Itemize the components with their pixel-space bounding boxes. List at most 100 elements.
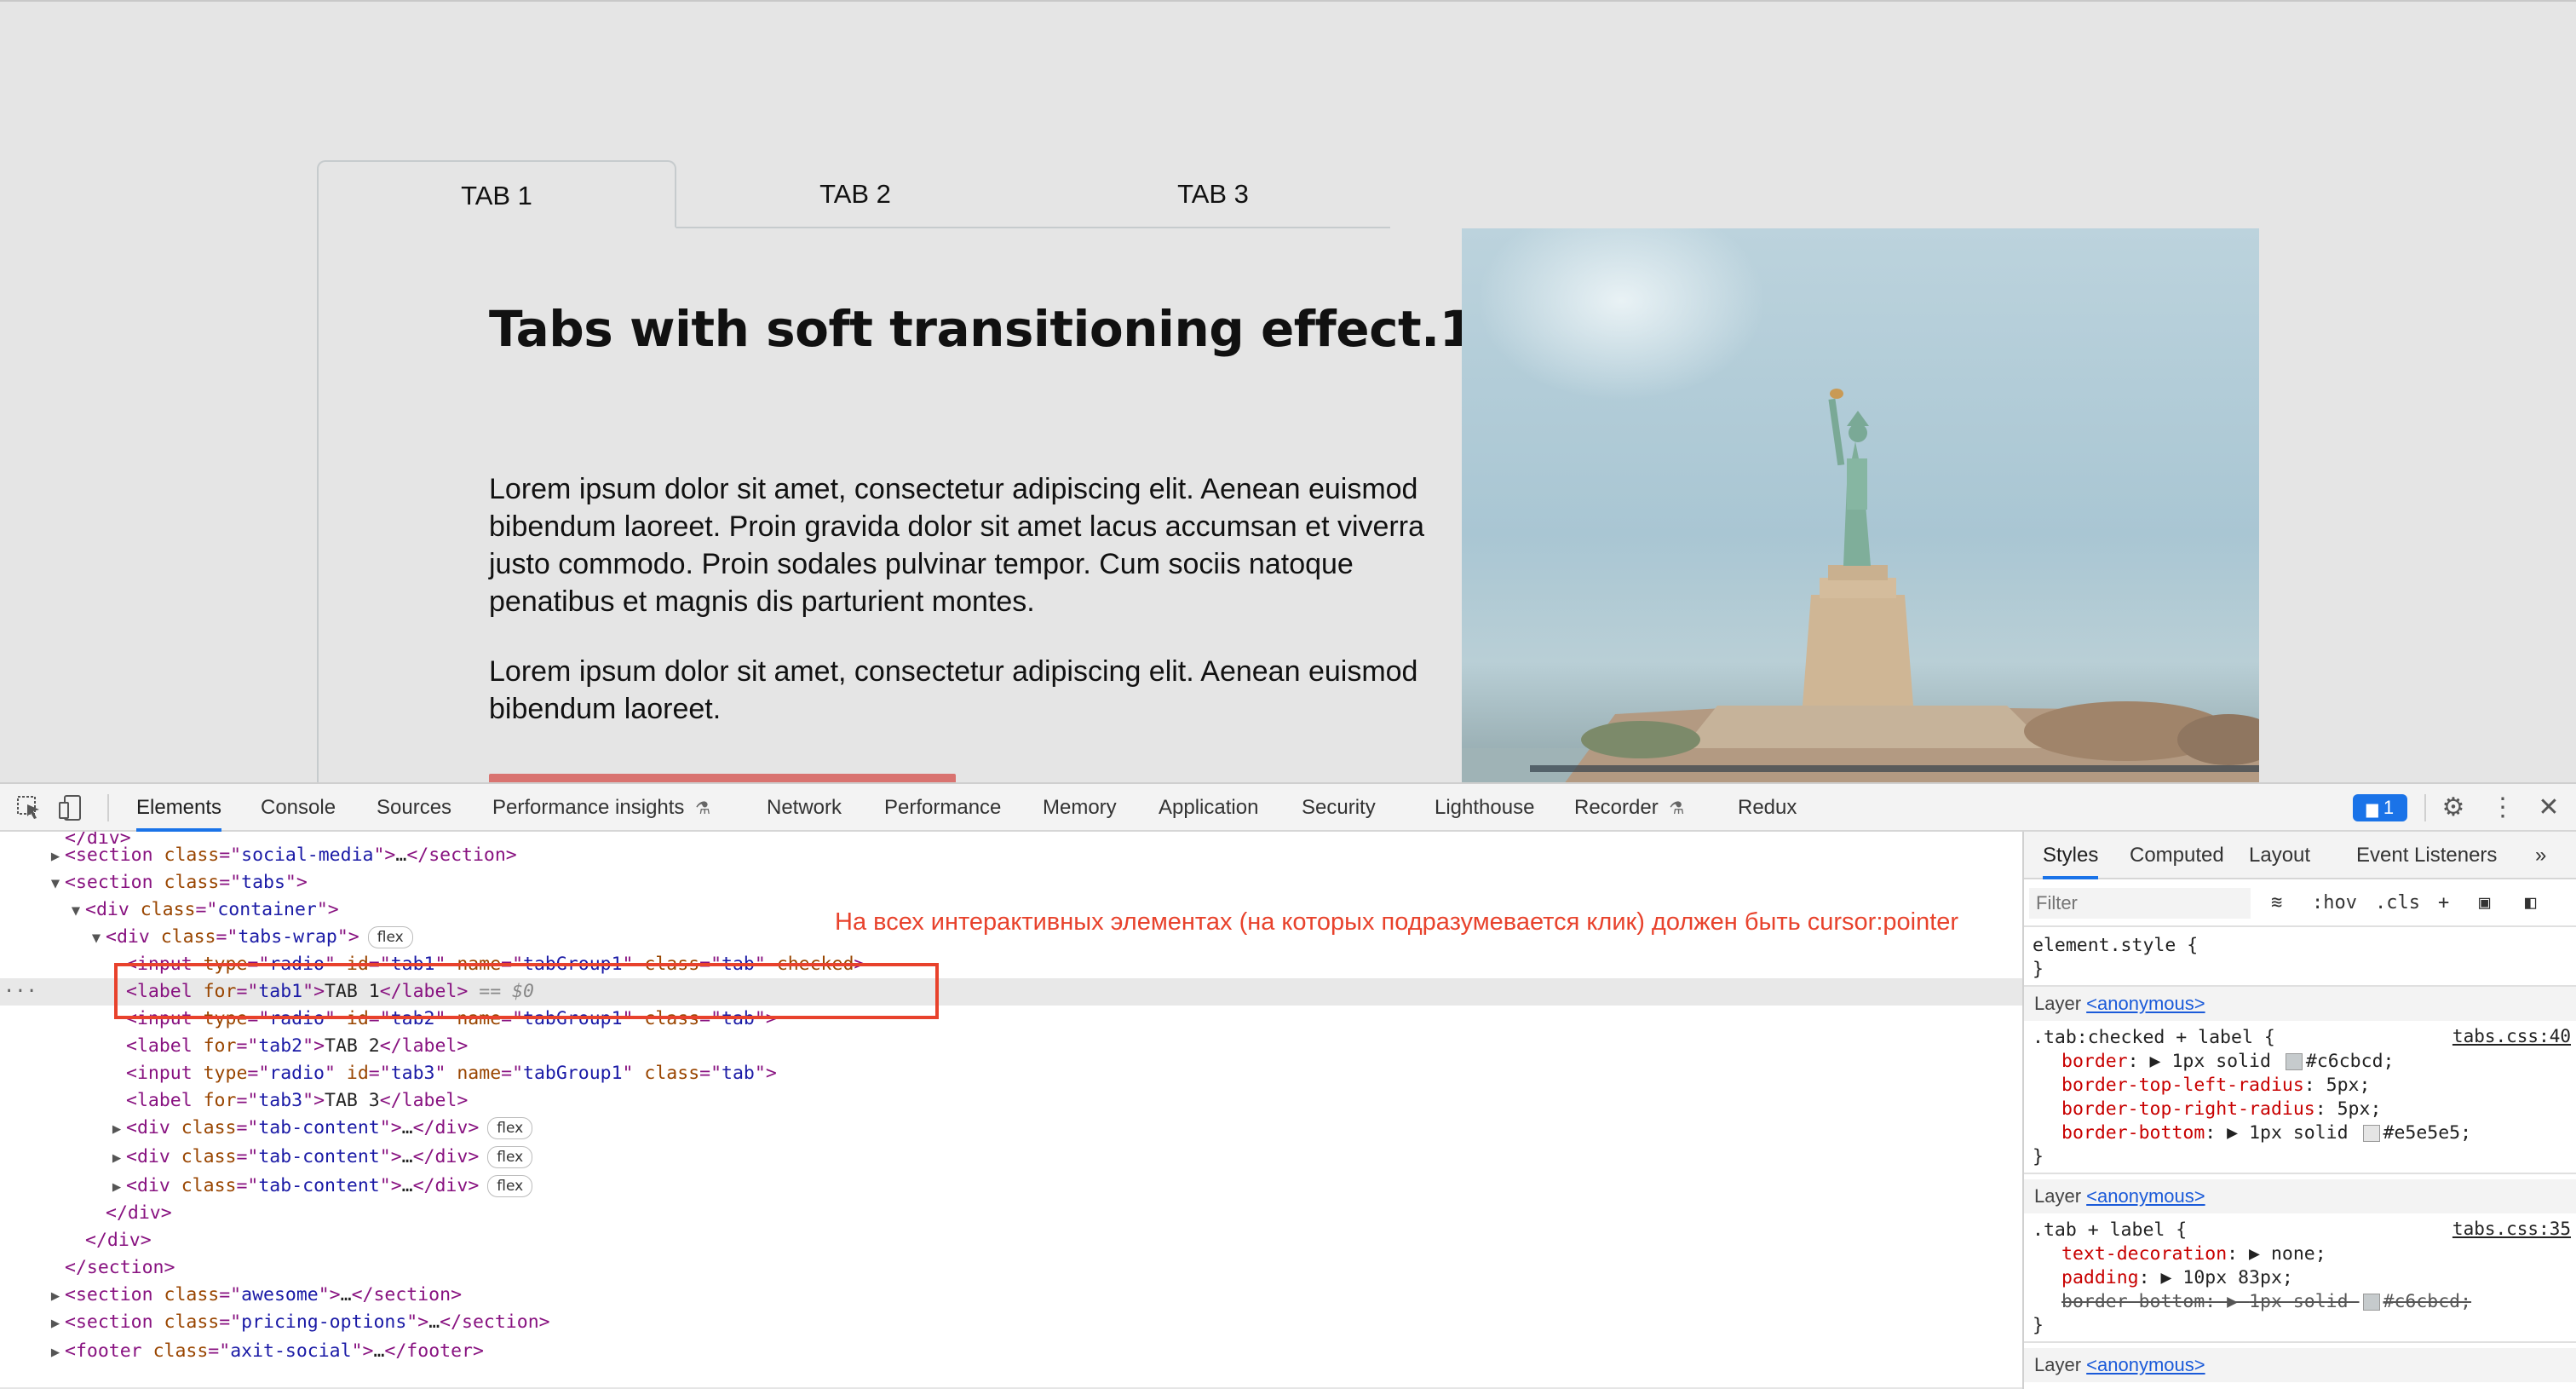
content-paragraph-2: Lorem ipsum dolor sit amet, consectetur … <box>489 655 1418 725</box>
dom-line-tab-content[interactable]: ▶ <div class="tab-content">…</div> flex <box>0 1144 2022 1171</box>
dom-line-input-tab3[interactable]: <input type="radio" id="tab3" name="tabG… <box>0 1060 2022 1087</box>
devtools-tab-security[interactable]: Security <box>1302 784 1376 830</box>
styles-filter-input[interactable] <box>2029 888 2251 919</box>
color-swatch[interactable] <box>2285 1053 2303 1070</box>
styles-filter-row: ≋ :hov .cls + ▣ ◧ <box>2024 879 2576 927</box>
cta-button-partial[interactable] <box>489 774 956 782</box>
devtools-toolbar: Elements Console Sources Performance ins… <box>0 784 2576 832</box>
flex-badge[interactable]: flex <box>487 1117 533 1139</box>
element-style-rule[interactable]: element.style { <box>2033 934 2198 958</box>
new-rule-plus-icon[interactable]: + <box>2438 888 2449 919</box>
dom-line-social-media[interactable]: ▶ <section class="social-media">…</sectio… <box>0 842 2022 869</box>
layer-row: Layer <anonymous> <box>2024 1348 2576 1382</box>
rule1-selector[interactable]: .tab:checked + label { <box>2033 1026 2275 1050</box>
dom-line-close-div[interactable]: </div> <box>0 1227 2022 1254</box>
layer-link[interactable]: <anonymous> <box>2086 1185 2205 1207</box>
devtools-tab-performance[interactable]: Performance <box>884 784 1001 830</box>
cls-toggle[interactable]: .cls <box>2375 888 2420 919</box>
devtools-tab-performance-insights[interactable]: Performance insights ⚗ <box>492 784 710 830</box>
devtools-tab-memory[interactable]: Memory <box>1043 784 1117 830</box>
message-icon: ▆ <box>2366 800 2378 817</box>
decl-border-top-left-radius[interactable]: border-top-left-radius: 5px; <box>2033 1074 2370 1098</box>
subtab-computed[interactable]: Computed <box>2130 832 2224 878</box>
flask-icon: ⚗ <box>1669 799 1685 818</box>
content-paragraph-1: Lorem ipsum dolor sit amet, consectetur … <box>489 473 1424 618</box>
layer-row: Layer <anonymous> <box>2024 1179 2576 1213</box>
toolbar-separator <box>2424 794 2426 821</box>
decl-border-top-right-radius[interactable]: border-top-right-radius: 5px; <box>2033 1098 2381 1121</box>
decl-text-decoration[interactable]: text-decoration: ▶ none; <box>2033 1242 2326 1266</box>
collapse-arrow-icon[interactable]: ▼ <box>87 925 106 952</box>
dom-line-footer[interactable]: ▶ <footer class="axit-social">…</footer> <box>0 1338 2022 1365</box>
inspect-element-icon[interactable] <box>14 792 44 823</box>
layer-link[interactable]: <anonymous> <box>2086 993 2205 1014</box>
toggle-sidebar-icon[interactable]: ◧ <box>2525 888 2536 919</box>
devtools-tab-sources[interactable]: Sources <box>377 784 451 830</box>
subtab-styles[interactable]: Styles <box>2043 832 2099 879</box>
expand-arrow-icon[interactable]: ▶ <box>46 1282 65 1310</box>
devtools-tab-redux[interactable]: Redux <box>1738 784 1797 830</box>
tab-2[interactable]: TAB 2 <box>676 160 1034 228</box>
expand-arrow-icon[interactable]: ▶ <box>46 843 65 870</box>
rule2-source-link[interactable]: tabs.css:35 <box>2452 1219 2571 1239</box>
color-swatch[interactable] <box>2362 1125 2380 1142</box>
more-options-icon[interactable]: ⋮ <box>2487 792 2518 823</box>
devtools-tab-elements[interactable]: Elements <box>136 784 222 832</box>
dom-line-label-tab2[interactable]: <label for="tab2">TAB 2</label> <box>0 1033 2022 1060</box>
statue-of-liberty-illustration <box>1462 228 2259 782</box>
issues-badge[interactable]: ▆ 1 <box>2353 794 2407 821</box>
devtools-tab-recorder[interactable]: Recorder ⚗ <box>1574 784 1684 830</box>
decl-border[interactable]: border: ▶ 1px solid #c6cbcd; <box>2033 1050 2394 1074</box>
flex-badge[interactable]: flex <box>487 1146 533 1168</box>
collapse-arrow-icon[interactable]: ▼ <box>46 870 65 897</box>
dom-line-close-div[interactable]: </div> <box>0 1200 2022 1227</box>
annotation-note: На всех интерактивных элементах (на кото… <box>835 908 1959 936</box>
device-toolbar-icon[interactable] <box>56 792 87 823</box>
close-devtools-icon[interactable]: ✕ <box>2533 792 2564 823</box>
paint-roller-icon[interactable]: ▣ <box>2479 888 2490 919</box>
devtools-tab-lighthouse[interactable]: Lighthouse <box>1435 784 1534 830</box>
more-dots-icon[interactable]: ··· <box>3 978 37 1006</box>
tab-content-border <box>317 227 319 782</box>
devtools-tab-console[interactable]: Console <box>261 784 336 830</box>
annotation-highlight-box <box>114 963 939 1019</box>
layer-row: Layer <anonymous> <box>2024 987 2576 1021</box>
dom-line-close-section[interactable]: </section> <box>0 1254 2022 1282</box>
devtools-panel: Elements Console Sources Performance ins… <box>0 782 2576 1389</box>
flex-badge[interactable]: flex <box>367 926 413 948</box>
toggle-layers-icon[interactable]: ≋ <box>2271 888 2282 919</box>
settings-gear-icon[interactable]: ⚙ <box>2438 792 2469 823</box>
dom-line-tab-content[interactable]: ▶ <div class="tab-content">…</div> flex <box>0 1115 2022 1142</box>
dom-line-label-tab3[interactable]: <label for="tab3">TAB 3</label> <box>0 1087 2022 1115</box>
expand-arrow-icon[interactable]: ▶ <box>46 1310 65 1337</box>
dom-line-section-tabs[interactable]: ▼ <section class="tabs"> <box>0 869 2022 896</box>
rule1-source-link[interactable]: tabs.css:40 <box>2452 1026 2571 1046</box>
subtab-layout[interactable]: Layout <box>2249 832 2310 878</box>
devtools-tab-application[interactable]: Application <box>1159 784 1258 830</box>
decl-border-bottom[interactable]: border-bottom: ▶ 1px solid #e5e5e5; <box>2033 1121 2471 1145</box>
toolbar-separator <box>107 794 109 821</box>
content-title: Tabs with soft transitioning effect.1 <box>489 300 1474 358</box>
decl-border-bottom-overridden[interactable]: border-bottom: ▶ 1px solid #c6cbcd; <box>2033 1290 2471 1314</box>
tab-3[interactable]: TAB 3 <box>1034 160 1392 228</box>
dom-line-awesome[interactable]: ▶ <section class="awesome">…</section> <box>0 1282 2022 1309</box>
decl-padding[interactable]: padding: ▶ 10px 83px; <box>2033 1266 2293 1290</box>
flex-badge[interactable]: flex <box>487 1175 533 1197</box>
layer-link[interactable]: <anonymous> <box>2086 1354 2205 1375</box>
expand-arrow-icon[interactable]: ▶ <box>46 1339 65 1366</box>
devtools-tab-performance-insights-label: Performance insights <box>492 796 685 819</box>
tab-1[interactable]: TAB 1 <box>317 160 676 228</box>
close-brace: } <box>2033 1315 2044 1336</box>
dom-line-pricing-options[interactable]: ▶ <section class="pricing-options">…</sec… <box>0 1309 2022 1336</box>
expand-arrow-icon[interactable]: ▶ <box>107 1144 126 1172</box>
subtab-event-listeners[interactable]: Event Listeners <box>2356 832 2497 878</box>
more-tabs-chevron-icon[interactable]: » <box>2535 832 2546 878</box>
collapse-arrow-icon[interactable]: ▼ <box>66 897 85 925</box>
expand-arrow-icon[interactable]: ▶ <box>107 1115 126 1143</box>
devtools-tab-network[interactable]: Network <box>767 784 842 830</box>
rule2-selector[interactable]: .tab + label { <box>2033 1219 2187 1242</box>
expand-arrow-icon[interactable]: ▶ <box>107 1173 126 1201</box>
hov-toggle[interactable]: :hov <box>2312 888 2357 919</box>
color-swatch[interactable] <box>2362 1294 2380 1311</box>
dom-line-tab-content[interactable]: ▶ <div class="tab-content">…</div> flex <box>0 1173 2022 1200</box>
